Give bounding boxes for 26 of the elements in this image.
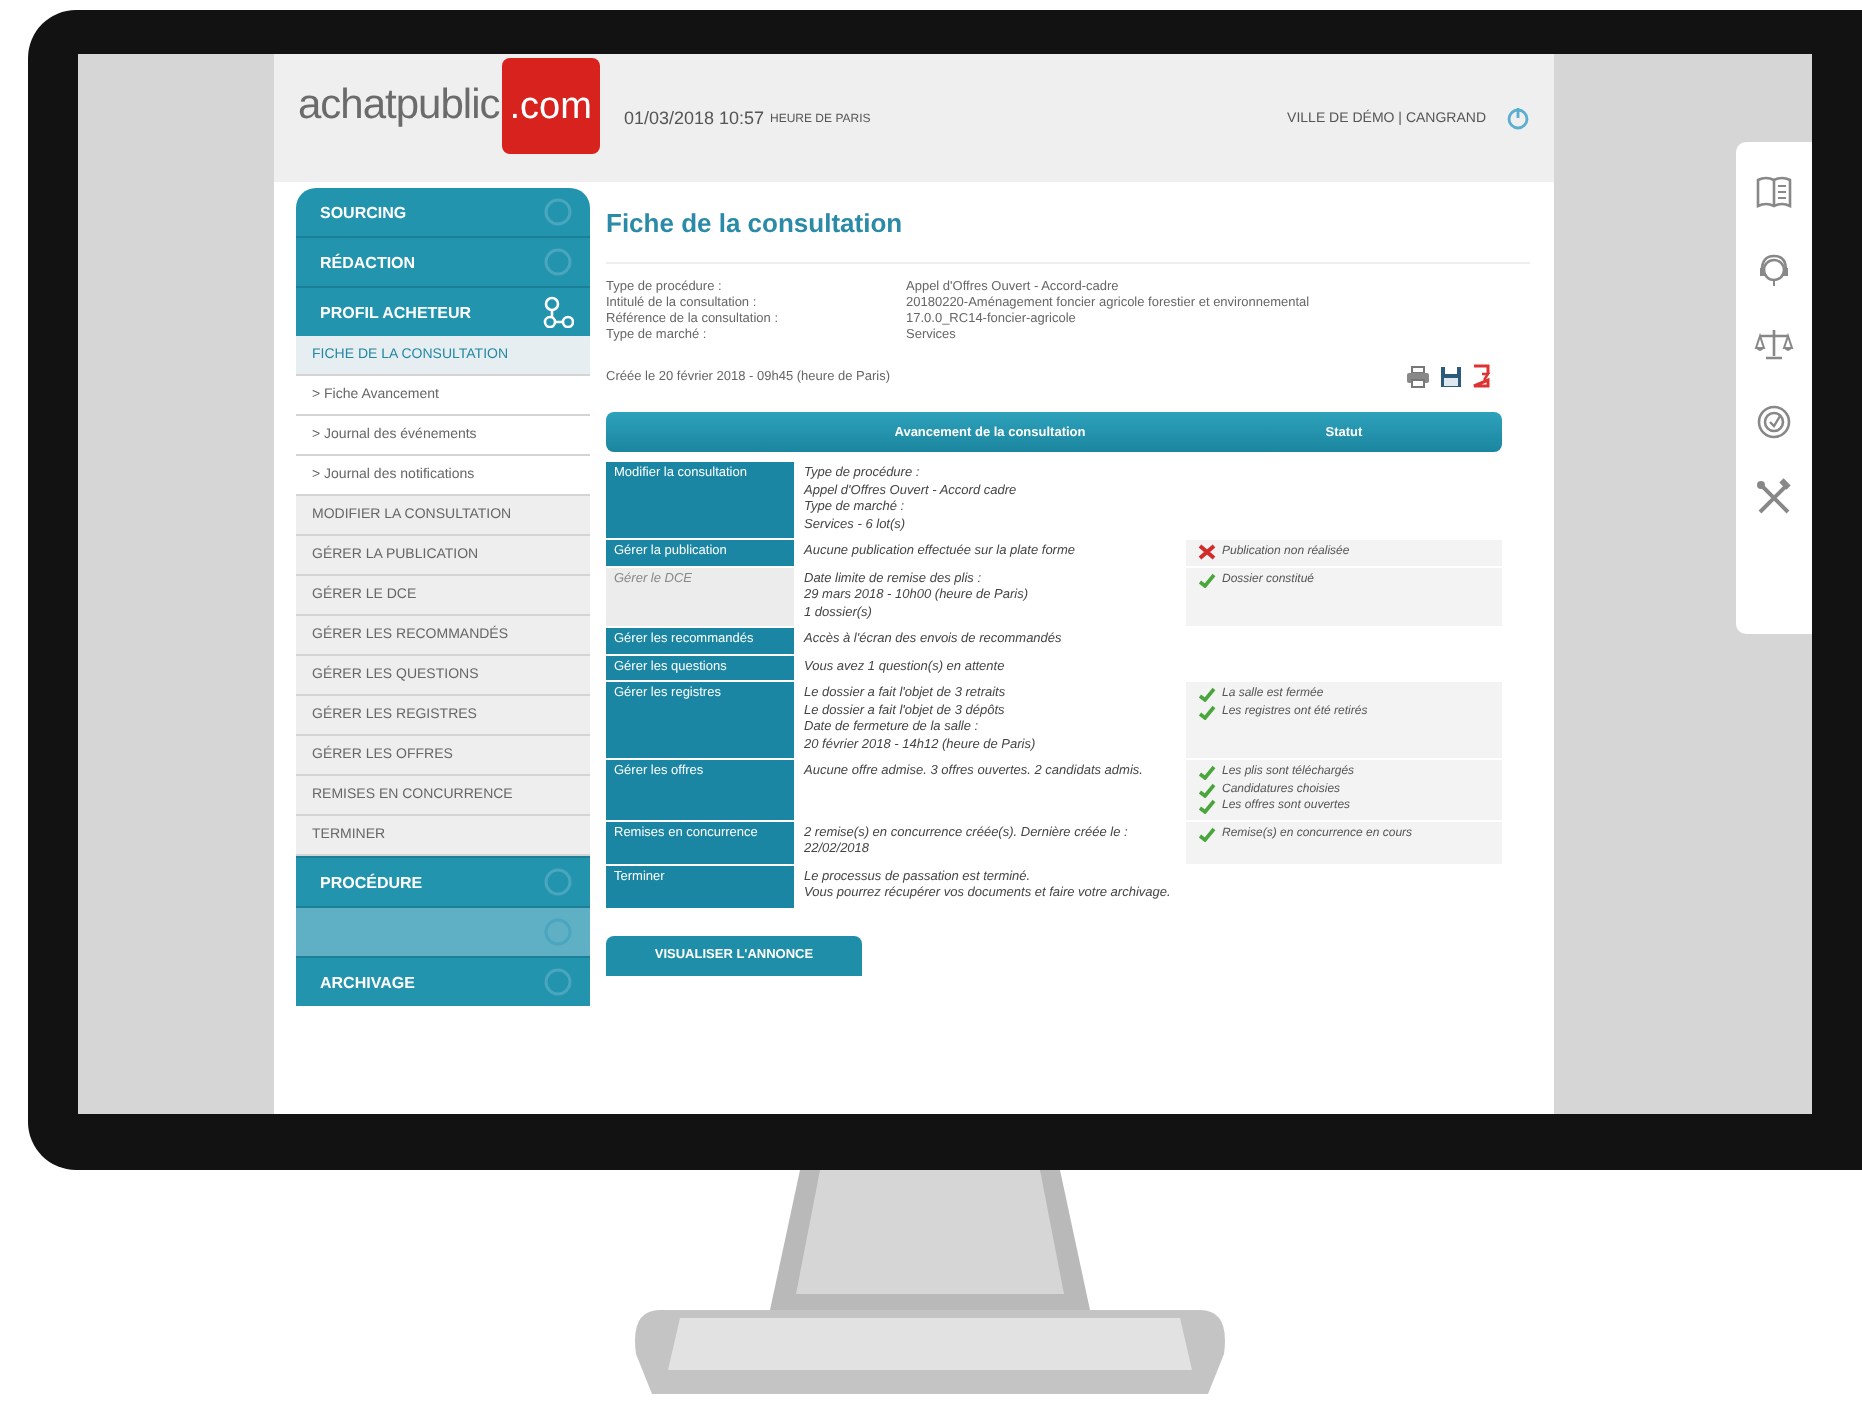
section-label: RÉDACTION [320,253,416,271]
sidebar-section[interactable]: PROCÉDURE [296,856,590,906]
circle-icon [542,966,574,998]
headset-icon[interactable] [1754,250,1794,290]
section-label: PROCÉDURE [320,873,423,891]
logo[interactable]: achatpublic .com [298,58,600,154]
printer-icon[interactable] [1406,365,1430,387]
tools-icon[interactable] [1754,478,1794,518]
power-icon[interactable] [1506,106,1530,130]
book-icon[interactable] [1754,174,1794,214]
page-title: Fiche de la consultation [606,208,1530,264]
sidebar-section[interactable]: RÉDACTION [296,236,590,286]
target-icon[interactable] [1754,402,1794,442]
check-icon [1198,571,1216,588]
circle-icon [542,866,574,898]
sidebar-section[interactable]: PROFIL ACHETEUR [296,286,590,336]
section-label: SOURCING [320,203,407,221]
sidebar-section[interactable]: SOURCING [296,188,590,236]
circle-icon [542,246,574,278]
section-label: ARCHIVAGE [320,973,415,991]
cross-icon [1198,544,1216,561]
date-time: 01/03/2018 10:57 [623,108,765,128]
section-label: PROFIL ACHETEUR [320,303,472,321]
network-icon [542,296,574,328]
circle-icon [542,196,574,228]
sidebar-section[interactable]: ARCHIVAGE [296,956,590,1006]
